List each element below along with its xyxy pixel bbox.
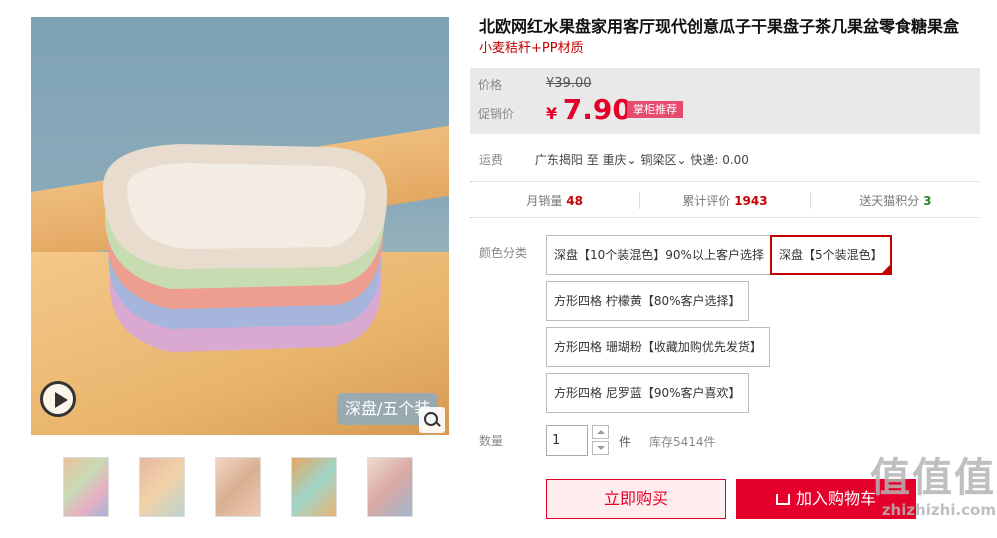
price-panel: 价格 ¥39.00 促销价 ¥ 7.90 掌柜推荐: [470, 68, 980, 134]
quantity-input[interactable]: [546, 425, 588, 456]
thumbnail-1[interactable]: [63, 457, 109, 517]
stock-count: 库存5414件: [649, 435, 716, 449]
sku-option-selected[interactable]: 深盘【5个装混色】: [770, 235, 892, 275]
play-video-icon[interactable]: [40, 381, 76, 417]
buy-now-button[interactable]: 立即购买: [546, 479, 726, 519]
promo-price: ¥ 7.90: [546, 93, 632, 126]
sku-option[interactable]: 方形四格 珊瑚粉【收藏加购优先发货】: [546, 327, 770, 367]
main-product-image[interactable]: 深盘/五个装: [31, 17, 449, 435]
product-subtitle: 小麦秸秆+PP材质: [479, 41, 584, 56]
divider: [470, 217, 980, 218]
sku-label: 颜色分类: [479, 246, 528, 260]
thumbnail-strip: [63, 457, 413, 517]
quantity-label: 数量: [479, 434, 504, 448]
chevron-down-icon: ⌄: [626, 153, 637, 167]
shipping-from: 广东揭阳: [534, 153, 583, 167]
divider: [470, 181, 980, 182]
thumbnail-3[interactable]: [215, 457, 261, 517]
sku-option[interactable]: 方形四格 尼罗蓝【90%客户喜欢】: [546, 373, 749, 413]
stacked-plates-graphic: [102, 144, 388, 352]
promo-price-value: 7.90: [562, 93, 632, 126]
watermark-logo: 值值值: [870, 455, 996, 501]
original-price-label: 价格: [478, 78, 503, 92]
cart-icon: [775, 494, 790, 505]
promo-price-label: 促销价: [478, 107, 515, 121]
quantity-decrease-button[interactable]: [592, 441, 609, 455]
shipping-to-prefix: 至: [586, 153, 599, 167]
zoom-icon[interactable]: [419, 407, 445, 433]
province-select[interactable]: 重庆⌄: [603, 153, 637, 167]
sku-option[interactable]: 方形四格 柠檬黄【80%客户选择】: [546, 281, 749, 321]
shipping-label: 运费: [479, 153, 504, 167]
quantity-increase-button[interactable]: [592, 425, 609, 439]
currency-symbol: ¥: [546, 104, 558, 123]
district-select[interactable]: 铜梁区⌄: [640, 153, 686, 167]
original-price: ¥39.00: [546, 76, 592, 91]
express-fee: 快递: 0.00: [690, 153, 749, 167]
total-reviews[interactable]: 累计评价 1943: [640, 192, 811, 209]
chevron-down-icon: ⌄: [676, 153, 687, 167]
reward-points: 送天猫积分 3: [859, 194, 932, 208]
promo-tag: 掌柜推荐: [627, 101, 683, 118]
watermark-url: zhizhizhi.com: [881, 501, 996, 519]
sku-option[interactable]: 深盘【10个装混色】90%以上客户选择: [546, 235, 772, 275]
thumbnail-2[interactable]: [139, 457, 185, 517]
product-title: 北欧网红水果盘家用客厅现代创意瓜子干果盘子茶几果盆零食糖果盒: [479, 17, 960, 36]
thumbnail-4[interactable]: [291, 457, 337, 517]
monthly-sales: 月销量 48: [470, 192, 641, 209]
shipping-row: 运费 广东揭阳 至 重庆⌄ 铜梁区⌄ 快递: 0.00: [479, 151, 749, 168]
stats-row: 月销量 48 累计评价 1943 送天猫积分 3: [470, 192, 980, 209]
thumbnail-5[interactable]: [367, 457, 413, 517]
watermark: 值值值 zhizhizhi.com: [826, 455, 996, 519]
quantity-unit: 件: [619, 435, 632, 449]
